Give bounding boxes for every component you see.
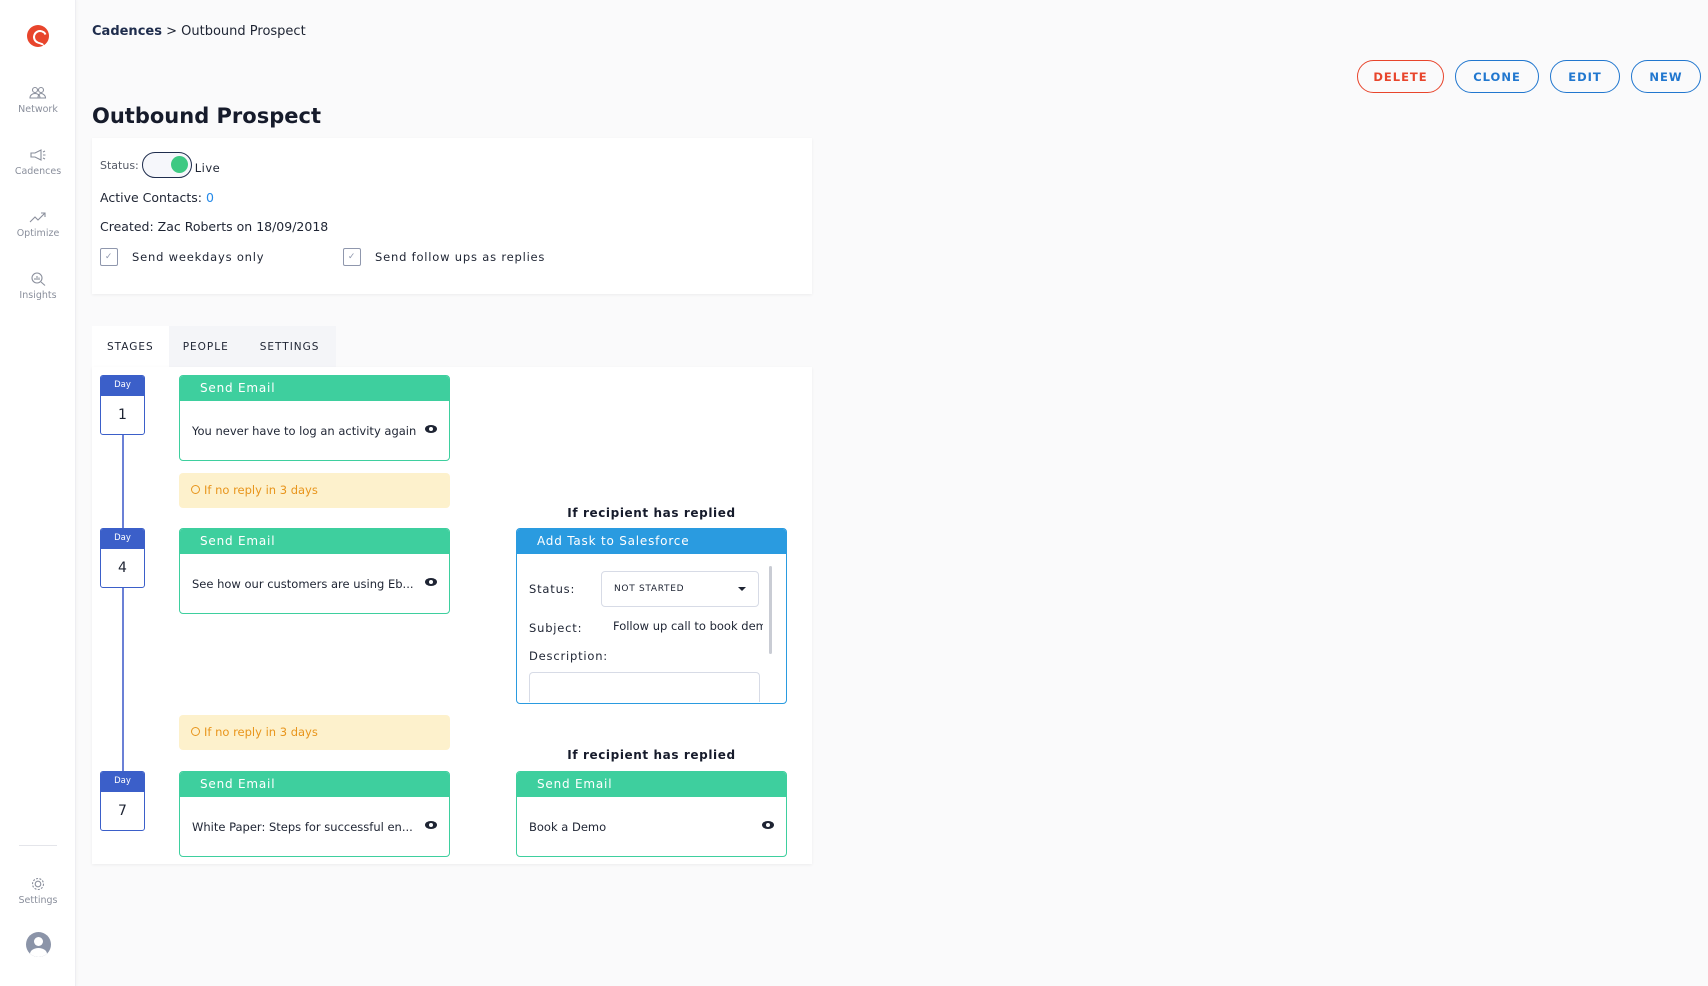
tab-settings[interactable]: SETTINGS — [242, 326, 337, 367]
trend-icon — [29, 212, 46, 223]
day-badge: Day 1 — [100, 375, 145, 435]
tab-people[interactable]: PEOPLE — [168, 326, 243, 367]
day-label: Day — [101, 772, 144, 792]
sidebar-item-optimize[interactable]: Optimize — [0, 210, 76, 239]
day-badge: Day 7 — [100, 771, 145, 831]
eye-icon[interactable] — [425, 820, 437, 829]
tab-stages[interactable]: STAGES — [92, 326, 169, 367]
timeline-connector — [122, 586, 124, 771]
branch-label: If recipient has replied — [567, 748, 736, 762]
wait-condition: If no reply in 3 days — [179, 715, 450, 750]
status-value: Live — [194, 161, 221, 175]
sf-subject-label: Subject: — [529, 621, 583, 635]
breadcrumb-separator: > — [166, 24, 177, 39]
sf-status-label: Status: — [529, 582, 576, 596]
created-info: Created: Zac Roberts on 18/09/2018 — [100, 219, 329, 234]
action-buttons: DELETE CLONE EDIT NEW — [1357, 60, 1701, 93]
send-email-card[interactable]: Send Email You never have to log an acti… — [179, 375, 450, 461]
day-number: 4 — [118, 560, 127, 576]
status-label: Status: — [100, 158, 139, 172]
sidebar: Network Cadences Optimize Insights Setti… — [0, 0, 76, 986]
email-subject: Book a Demo — [529, 819, 607, 834]
sidebar-item-cadences[interactable]: Cadences — [0, 148, 76, 177]
email-subject: See how our customers are using Eb... — [192, 576, 414, 591]
eye-icon[interactable] — [762, 820, 774, 829]
scrollbar[interactable] — [769, 566, 772, 654]
day-label: Day — [101, 376, 144, 396]
sidebar-item-label: Settings — [18, 895, 58, 906]
toggle-knob — [170, 156, 188, 173]
active-contacts-label: Active Contacts: — [100, 190, 202, 205]
sidebar-item-label: Insights — [19, 290, 57, 301]
salesforce-task-card: Add Task to Salesforce Status: NOT START… — [516, 528, 787, 704]
network-icon — [29, 86, 47, 99]
card-type: Add Task to Salesforce — [517, 529, 786, 554]
card-type: Send Email — [180, 772, 449, 797]
sidebar-divider — [19, 845, 57, 846]
sf-status-select[interactable]: NOT STARTED — [601, 571, 759, 607]
day-badge: Day 4 — [100, 528, 145, 588]
clock-icon — [191, 485, 200, 494]
insights-icon — [31, 272, 46, 286]
sf-subject-input[interactable]: Follow up call to book demo — [613, 619, 763, 633]
replies-label: Send follow ups as replies — [375, 250, 546, 264]
card-type: Send Email — [180, 376, 449, 401]
wait-condition: If no reply in 3 days — [179, 473, 450, 508]
sf-description-input[interactable] — [529, 672, 760, 702]
gear-icon — [31, 877, 45, 891]
day-number: 7 — [118, 803, 127, 819]
eye-icon[interactable] — [425, 577, 437, 586]
breadcrumb-current: Outbound Prospect — [181, 24, 306, 39]
active-contacts-count[interactable]: 0 — [206, 190, 214, 205]
card-type: Send Email — [180, 529, 449, 554]
caret-down-icon — [738, 587, 746, 591]
status-toggle[interactable] — [141, 152, 192, 178]
page-title: Outbound Prospect — [92, 104, 321, 128]
email-subject: White Paper: Steps for successful en... — [192, 819, 413, 834]
branch-label: If recipient has replied — [567, 506, 736, 520]
sidebar-item-settings[interactable]: Settings — [0, 877, 76, 906]
weekdays-label: Send weekdays only — [132, 250, 265, 264]
status-row: Status: Live — [100, 152, 220, 178]
sf-status-value: NOT STARTED — [614, 584, 685, 594]
replies-checkbox[interactable]: ✓ — [343, 248, 361, 266]
active-contacts-row: Active Contacts: 0 — [100, 190, 214, 205]
sidebar-item-label: Optimize — [16, 228, 60, 239]
eye-icon[interactable] — [425, 424, 437, 433]
breadcrumb: Cadences > Outbound Prospect — [92, 24, 306, 39]
weekdays-option[interactable]: ✓ Send weekdays only — [100, 248, 264, 266]
sf-description-label: Description: — [529, 649, 608, 663]
replies-option[interactable]: ✓ Send follow ups as replies — [343, 248, 545, 266]
sidebar-item-label: Cadences — [14, 166, 62, 177]
sidebar-item-network[interactable]: Network — [0, 86, 76, 115]
send-email-card[interactable]: Send Email White Paper: Steps for succes… — [179, 771, 450, 857]
wait-text: If no reply in 3 days — [204, 725, 318, 739]
bird-logo-icon[interactable] — [27, 25, 49, 47]
clone-button[interactable]: CLONE — [1455, 60, 1539, 93]
sidebar-item-label: Network — [18, 104, 58, 115]
timeline-connector — [122, 433, 124, 531]
email-subject: You never have to log an activity again — [192, 423, 417, 438]
day-number: 1 — [118, 407, 127, 423]
card-type: Send Email — [517, 772, 786, 797]
new-button[interactable]: NEW — [1631, 60, 1701, 93]
edit-button[interactable]: EDIT — [1550, 60, 1620, 93]
cadence-info-card: Status: Live Active Contacts: 0 Created:… — [92, 138, 812, 294]
send-email-card[interactable]: Send Email Book a Demo — [516, 771, 787, 857]
wait-text: If no reply in 3 days — [204, 483, 318, 497]
user-avatar-icon[interactable] — [26, 932, 51, 957]
weekdays-checkbox[interactable]: ✓ — [100, 248, 118, 266]
megaphone-icon — [30, 149, 46, 161]
day-label: Day — [101, 529, 144, 549]
sidebar-item-insights[interactable]: Insights — [0, 272, 76, 301]
clock-icon — [191, 727, 200, 736]
delete-button[interactable]: DELETE — [1357, 60, 1444, 93]
stages-panel: Day 1 Send Email You never have to log a… — [92, 367, 812, 864]
tab-bar: STAGES PEOPLE SETTINGS — [92, 326, 337, 367]
send-email-card[interactable]: Send Email See how our customers are usi… — [179, 528, 450, 614]
breadcrumb-parent-link[interactable]: Cadences — [92, 24, 162, 39]
